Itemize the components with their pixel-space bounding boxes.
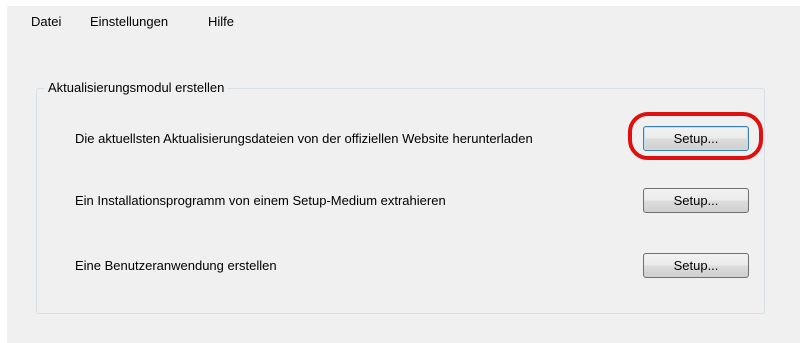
menu-datei[interactable]: Datei [27, 12, 65, 32]
group-title: Aktualisierungsmodul erstellen [44, 80, 229, 96]
row-download-label: Die aktuellsten Aktualisierungsdateien v… [75, 131, 533, 146]
setup-userapp-button[interactable]: Setup... [643, 253, 749, 278]
row-extract-label: Ein Installationsprogramm von einem Setu… [75, 193, 446, 208]
menu-hilfe[interactable]: Hilfe [204, 12, 238, 32]
menu-einstellungen[interactable]: Einstellungen [86, 12, 172, 32]
row-userapp-label: Eine Benutzeranwendung erstellen [75, 258, 277, 273]
setup-extract-button[interactable]: Setup... [643, 188, 749, 213]
setup-download-button[interactable]: Setup... [643, 126, 749, 151]
menu-bar: Datei Einstellungen Hilfe [7, 6, 800, 36]
